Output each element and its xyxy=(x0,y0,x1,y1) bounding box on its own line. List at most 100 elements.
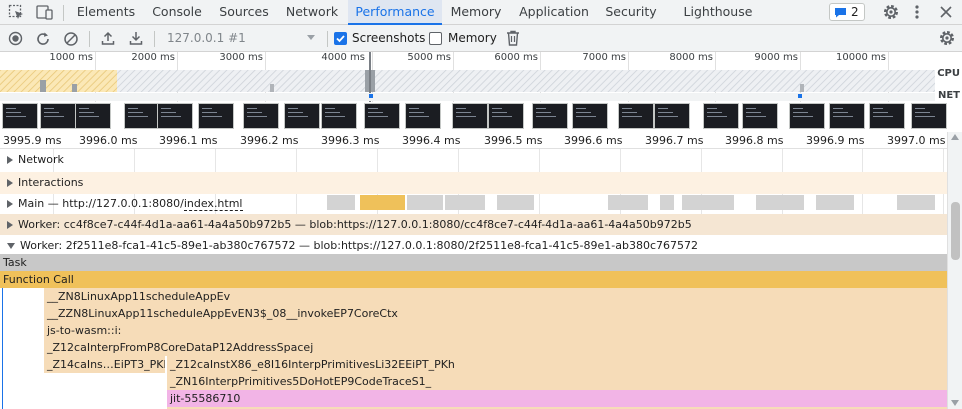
screenshot-thumbnail[interactable] xyxy=(572,103,608,129)
net-request-mark xyxy=(369,94,373,98)
main-task-block[interactable] xyxy=(660,195,674,210)
ruler-tick: 3997.0 ms xyxy=(887,134,946,147)
issues-count: 2 xyxy=(851,5,859,19)
trash-icon[interactable] xyxy=(506,30,520,46)
main-task-block[interactable] xyxy=(497,195,534,210)
flame-scrollbar[interactable] xyxy=(947,132,962,409)
screenshot-thumbnail[interactable] xyxy=(703,103,739,129)
ruler-tick: 3996.3 ms xyxy=(321,134,380,147)
screenshot-thumbnail[interactable] xyxy=(321,103,357,129)
profile-select[interactable]: 127.0.0.1 #1 xyxy=(161,28,321,48)
capture-settings-gear-icon[interactable] xyxy=(938,29,956,47)
worker-track-header[interactable]: Worker: cc4f8ce7-c44f-4d1a-aa61-4a4a50b9… xyxy=(0,214,947,236)
screenshot-thumbnail[interactable] xyxy=(243,103,279,129)
main-track-link[interactable]: index.html xyxy=(183,197,243,211)
flame-frame[interactable]: _Z14caIns…EiPT3_PKh xyxy=(44,356,165,373)
check-icon xyxy=(336,35,345,43)
screenshot-thumbnail[interactable] xyxy=(911,103,947,129)
more-options-icon[interactable] xyxy=(913,3,921,21)
flame-task[interactable]: Task xyxy=(0,254,947,271)
tab-performance[interactable]: Performance xyxy=(348,0,442,25)
flame-function-call[interactable]: Function Call xyxy=(0,271,947,288)
download-profile-icon[interactable] xyxy=(128,30,144,46)
net-track xyxy=(0,93,935,101)
main-task-block[interactable] xyxy=(608,195,648,210)
scroll-up-arrow-icon[interactable] xyxy=(951,134,959,140)
screenshot-thumbnail[interactable] xyxy=(157,103,193,129)
close-devtools-icon[interactable] xyxy=(938,4,954,20)
flame-frame[interactable]: _Z12caInstX86_e8I16InterpPrimitivesLi32E… xyxy=(167,356,947,373)
overview-tick: 4000 ms xyxy=(321,52,365,63)
screenshot-thumbnail[interactable] xyxy=(789,103,825,129)
tab-lighthouse[interactable]: Lighthouse xyxy=(676,0,760,25)
network-track-header[interactable]: Network xyxy=(0,149,947,170)
screenshot-thumbnail[interactable] xyxy=(40,103,76,129)
main-track-label: Main — http://127.0.0.1:8080/ xyxy=(18,197,184,210)
upload-profile-icon[interactable] xyxy=(100,30,116,46)
timeline-overview[interactable]: 1000 ms 2000 ms 3000 ms 4000 ms 5000 ms … xyxy=(0,52,962,132)
main-task-block[interactable] xyxy=(816,195,854,210)
issues-button[interactable]: 2 xyxy=(829,3,865,21)
ruler-tick: 3996.6 ms xyxy=(564,134,623,147)
screenshot-thumbnail[interactable] xyxy=(869,103,905,129)
overview-tick: 5000 ms xyxy=(407,52,451,63)
screenshot-thumbnail[interactable] xyxy=(829,103,865,129)
flame-frame[interactable]: __ZZN8LinuxApp11scheduleAppEvEN3$_08__in… xyxy=(44,305,947,322)
devtools-tab-bar: Elements Console Sources Network Perform… xyxy=(0,0,962,25)
overview-tick: 2000 ms xyxy=(131,52,175,63)
screenshot-thumbnail[interactable] xyxy=(742,103,778,129)
flame-chart-ruler: 3995.9 ms 3996.0 ms 3996.1 ms 3996.2 ms … xyxy=(0,132,947,149)
main-task-block[interactable] xyxy=(327,195,355,210)
tab-console[interactable]: Console xyxy=(145,0,209,25)
main-task-block[interactable] xyxy=(445,195,485,210)
tab-sources[interactable]: Sources xyxy=(211,0,277,25)
flame-frame[interactable]: _ZN16InterpPrimitives5DoHotEP9CodeTraceS… xyxy=(167,373,947,390)
tab-security[interactable]: Security xyxy=(599,0,663,25)
screenshots-filmstrip[interactable] xyxy=(0,103,962,130)
main-task-block[interactable] xyxy=(756,195,804,210)
tab-divider xyxy=(63,5,64,21)
scrollbar-thumb[interactable] xyxy=(951,202,960,260)
main-task-block[interactable] xyxy=(360,195,405,210)
reload-record-icon[interactable] xyxy=(35,31,51,47)
screenshot-thumbnail[interactable] xyxy=(532,103,568,129)
screenshot-thumbnail[interactable] xyxy=(405,103,441,129)
screenshot-thumbnail[interactable] xyxy=(618,103,654,129)
tab-network[interactable]: Network xyxy=(279,0,345,25)
ruler-tick: 3996.9 ms xyxy=(806,134,865,147)
inspect-element-icon[interactable] xyxy=(8,4,25,21)
record-icon[interactable] xyxy=(8,31,23,46)
screenshot-thumbnail[interactable] xyxy=(2,103,38,129)
tab-memory[interactable]: Memory xyxy=(444,0,508,25)
tab-application[interactable]: Application xyxy=(512,0,596,25)
flame-frame[interactable]: __ZN8LinuxApp11scheduleAppEv xyxy=(44,288,947,305)
screenshot-thumbnail[interactable] xyxy=(488,103,524,129)
interactions-track-header[interactable]: Interactions xyxy=(0,172,947,194)
screenshot-thumbnail[interactable] xyxy=(75,103,111,129)
memory-checkbox[interactable] xyxy=(429,32,442,45)
main-task-block[interactable] xyxy=(897,195,935,210)
screenshots-checkbox[interactable] xyxy=(334,32,347,45)
flame-frame[interactable]: _Z12caInterpFromP8CoreDataP12AddressSpac… xyxy=(44,339,947,356)
main-task-block[interactable] xyxy=(407,195,443,210)
interactions-track-label: Interactions xyxy=(18,176,84,189)
device-toolbar-icon[interactable] xyxy=(36,4,54,21)
flame-frame[interactable]: js-to-wasm::i: xyxy=(44,322,947,339)
scroll-down-arrow-icon[interactable] xyxy=(951,400,959,406)
main-task-block[interactable] xyxy=(682,195,734,210)
worker-track-label: Worker: cc4f8ce7-c44f-4d1a-aa61-4a4a50b9… xyxy=(18,218,692,231)
screenshot-thumbnail[interactable] xyxy=(284,103,320,129)
overview-tick: 9000 ms xyxy=(754,52,798,63)
clear-icon[interactable] xyxy=(63,31,79,47)
settings-gear-icon[interactable] xyxy=(882,3,900,21)
screenshot-thumbnail[interactable] xyxy=(198,103,234,129)
ruler-tick: 3995.9 ms xyxy=(3,134,62,147)
screenshot-thumbnail[interactable] xyxy=(654,103,690,129)
screenshot-thumbnail[interactable] xyxy=(364,103,400,129)
flame-frame-jit[interactable]: jit-55586710 xyxy=(167,390,947,407)
tab-elements[interactable]: Elements xyxy=(69,0,143,25)
main-track-header[interactable]: Main — http://127.0.0.1:8080/index.html xyxy=(0,193,947,215)
screenshot-thumbnail[interactable] xyxy=(124,103,160,129)
net-request-mark xyxy=(798,94,802,98)
screenshot-thumbnail[interactable] xyxy=(452,103,488,129)
